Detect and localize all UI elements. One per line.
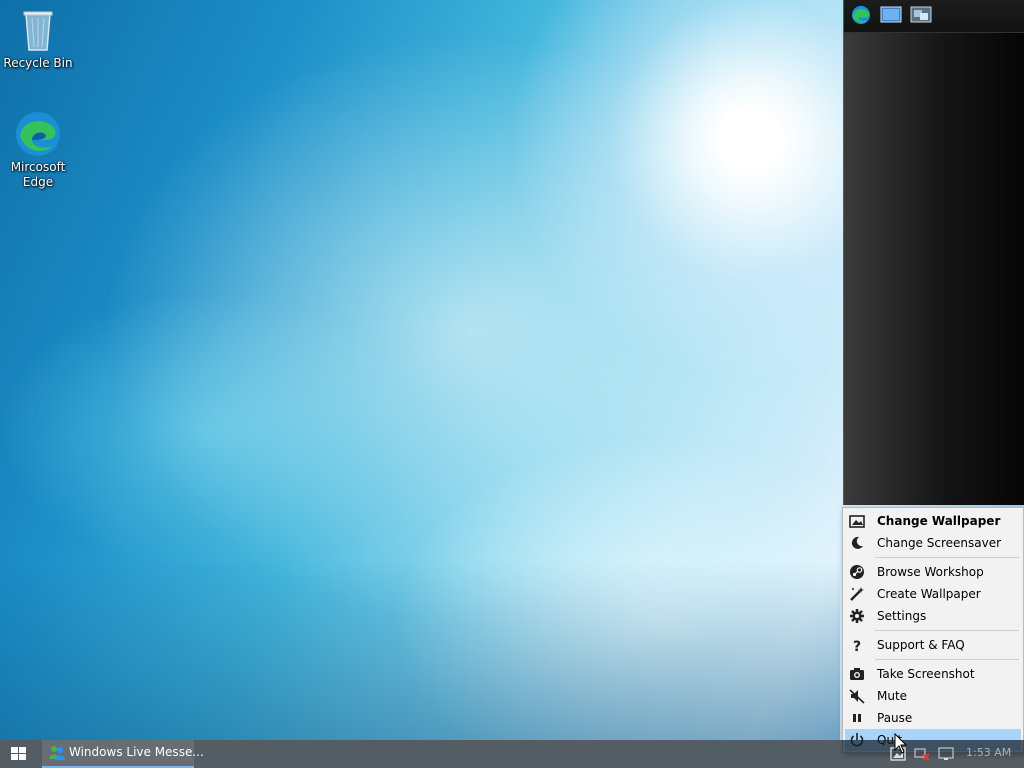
taskbar: Windows Live Messe... 1:53 AM (0, 740, 1024, 768)
messenger-icon (49, 746, 65, 760)
taskbar-window-label: Windows Live Messe... (69, 745, 204, 759)
taskbar-window-button[interactable]: Windows Live Messe... (42, 740, 204, 768)
mouse-cursor-icon (894, 733, 908, 754)
menu-separator (875, 659, 1019, 660)
edge-label: Mircosoft Edge (10, 160, 66, 189)
desktop-icon-recycle-bin[interactable]: Recycle Bin (2, 6, 74, 71)
edge-icon[interactable] (850, 5, 872, 25)
menu-item-mute[interactable]: Mute (845, 685, 1021, 707)
display-icon[interactable] (938, 746, 954, 762)
camera-icon (850, 668, 864, 680)
menu-label: Take Screenshot (877, 667, 975, 681)
svg-text:?: ? (853, 639, 861, 653)
menu-label: Change Screensaver (877, 536, 1002, 550)
menu-label: Support & FAQ (877, 638, 965, 652)
menu-item-support-faq[interactable]: ? Support & FAQ (845, 634, 1021, 656)
menu-item-change-screensaver[interactable]: Change Screensaver (845, 532, 1021, 554)
menu-item-pause[interactable]: Pause (845, 707, 1021, 729)
menu-item-browse-workshop[interactable]: Browse Workshop (845, 561, 1021, 583)
pause-icon (853, 714, 861, 722)
menu-label: Create Wallpaper (877, 587, 981, 601)
recycle-bin-icon (23, 11, 53, 51)
panel-toolbar (844, 0, 1024, 33)
menu-item-create-wallpaper[interactable]: Create Wallpaper (845, 583, 1021, 605)
desktop-icon-edge[interactable]: Mircosoft Edge (2, 110, 74, 190)
menu-label: Pause (877, 711, 913, 725)
menu-label: Settings (877, 609, 927, 623)
menu-separator (875, 557, 1019, 558)
menu-label: Change Wallpaper (877, 514, 1001, 528)
menu-separator (875, 630, 1019, 631)
desktop-icon[interactable] (880, 5, 902, 25)
wand-icon (850, 587, 864, 601)
wallpaper-context-menu: Change Wallpaper Change Screensaver Brow… (842, 507, 1024, 753)
windows-logo-icon (11, 747, 26, 760)
menu-item-change-wallpaper[interactable]: Change Wallpaper (845, 510, 1021, 532)
menu-item-take-screenshot[interactable]: Take Screenshot (845, 663, 1021, 685)
edge-icon (16, 112, 60, 156)
mute-icon (849, 689, 865, 704)
taskbar-clock[interactable]: 1:53 AM (966, 746, 1011, 759)
network-error-icon[interactable] (914, 746, 930, 762)
recycle-bin-label: Recycle Bin (3, 56, 73, 70)
steam-icon (850, 565, 864, 579)
menu-item-settings[interactable]: Settings (845, 605, 1021, 627)
side-panel (843, 0, 1024, 505)
moon-icon (851, 536, 863, 549)
question-icon: ? (853, 639, 861, 653)
menu-label: Browse Workshop (877, 565, 984, 579)
windows-icon[interactable] (910, 5, 932, 25)
start-button[interactable] (0, 740, 38, 768)
image-icon (849, 515, 865, 528)
gear-icon (850, 609, 864, 623)
menu-label: Mute (877, 689, 908, 703)
